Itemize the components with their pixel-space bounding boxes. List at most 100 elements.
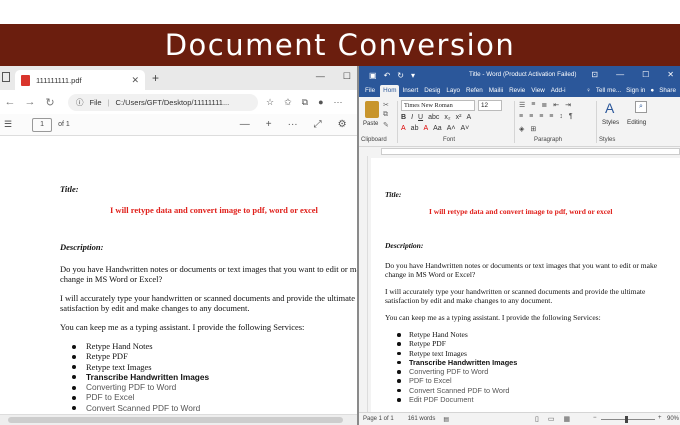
text-effects-icon[interactable]: A (401, 125, 406, 132)
italic-button[interactable]: I (411, 114, 413, 121)
horizontal-scrollbar[interactable] (0, 414, 357, 425)
page-indicator[interactable]: Page 1 of 1 (363, 416, 394, 422)
tab-review[interactable]: Revie (506, 85, 528, 97)
proofing-icon[interactable]: ▤ (443, 416, 449, 423)
underline-button[interactable]: U (418, 114, 423, 121)
word-count[interactable]: 161 words (408, 416, 436, 422)
borders-icon[interactable]: ⊞ (530, 125, 536, 133)
subscript-button[interactable]: x₂ (444, 114, 450, 121)
read-mode-icon[interactable]: ▯ (535, 415, 539, 423)
tab-insert[interactable]: Insert (399, 85, 421, 97)
zoom-in-button[interactable]: + (266, 119, 272, 130)
group-separator (596, 101, 597, 143)
highlight-icon[interactable]: ab (411, 125, 419, 132)
justify-icon[interactable]: ≡ (549, 113, 553, 120)
share-button[interactable]: Share (659, 85, 676, 97)
strikethrough-button[interactable]: abc (428, 114, 439, 121)
copy-icon[interactable]: ⧉ (383, 111, 388, 119)
profile-icon[interactable]: ● (318, 97, 323, 108)
minimize-button[interactable]: — (316, 71, 325, 82)
new-tab-button[interactable]: + (152, 71, 159, 85)
clear-format-icon[interactable]: A (466, 114, 471, 121)
shrink-font-icon[interactable]: A˅ (460, 125, 469, 132)
file-scheme-label: File (89, 97, 102, 107)
font-color-icon[interactable]: A (423, 125, 428, 132)
forward-button[interactable]: → (20, 96, 40, 108)
collections-icon[interactable]: ⧉ (302, 97, 308, 108)
zoom-slider[interactable] (601, 419, 655, 420)
browser-tab[interactable]: 111111111.pdf ✕ (15, 70, 145, 90)
numbering-icon[interactable]: ≡ (531, 101, 535, 109)
favorite-icon[interactable]: ☆ (266, 97, 274, 108)
tab-actions-icon[interactable] (2, 72, 10, 82)
shading-icon[interactable]: ◈ (519, 125, 524, 133)
tab-references[interactable]: Refen (463, 85, 486, 97)
format-painter-icon[interactable]: ✎ (383, 121, 389, 129)
change-case-icon[interactable]: Aa (433, 125, 442, 132)
bold-button[interactable]: B (401, 114, 406, 121)
font-name-select[interactable]: Times New Roman (401, 100, 475, 111)
align-center-icon[interactable]: ≡ (529, 113, 533, 120)
redo-icon[interactable]: ↻ (397, 71, 404, 80)
tab-view[interactable]: View (528, 85, 548, 97)
back-button[interactable]: ← (0, 96, 20, 108)
show-marks-icon[interactable]: ¶ (569, 113, 573, 120)
grow-font-icon[interactable]: A˄ (447, 125, 456, 132)
address-input[interactable]: ⓘ File | C:/Users/GFT/Desktop/11111111..… (68, 93, 258, 111)
zoom-slider-thumb[interactable] (625, 416, 628, 423)
tab-addins[interactable]: Add-i (548, 85, 569, 97)
fit-page-icon[interactable]: ⤢ (314, 119, 322, 130)
increase-indent-icon[interactable]: ⇥ (565, 101, 571, 109)
zoom-in-icon[interactable]: + (658, 415, 662, 421)
align-right-icon[interactable]: ≡ (539, 113, 543, 120)
font-size-select[interactable]: 12 (478, 100, 502, 111)
settings-more-icon[interactable]: ··· (334, 97, 343, 108)
scrollbar-thumb[interactable] (8, 417, 343, 423)
styles-button[interactable]: Styles (602, 119, 619, 126)
word-close-button[interactable]: ✕ (667, 70, 674, 79)
word-document-page[interactable]: Title: I will retype data and convert im… (371, 158, 680, 412)
print-layout-icon[interactable]: ▭ (548, 415, 555, 423)
refresh-button[interactable]: ↻ (40, 96, 60, 109)
tell-me-input[interactable]: Tell me... (596, 85, 621, 97)
styles-icon[interactable]: A (605, 100, 614, 116)
editing-button[interactable]: Editing (627, 119, 646, 126)
customize-qat-icon[interactable]: ▾ (411, 71, 415, 80)
zoom-out-icon[interactable]: − (593, 415, 597, 421)
horizontal-ruler[interactable] (359, 147, 680, 156)
tab-file[interactable]: File (359, 85, 380, 97)
page-number-input[interactable]: 1 (32, 117, 53, 132)
tab-mailings[interactable]: Mailii (486, 85, 506, 97)
find-icon[interactable]: ⌕ (635, 101, 647, 113)
bullets-icon[interactable]: ☰ (519, 101, 525, 109)
pdf-settings-icon[interactable]: ⚙ (338, 119, 347, 130)
tab-design[interactable]: Desig (421, 85, 443, 97)
maximize-button[interactable]: ☐ (343, 71, 351, 82)
multilevel-icon[interactable]: ≣ (541, 101, 547, 109)
address-separator: | (107, 97, 110, 107)
paste-icon[interactable] (365, 101, 379, 118)
tab-home[interactable]: Hom (380, 85, 400, 97)
cut-icon[interactable]: ✂ (383, 101, 389, 109)
doc-title-label: Title: (385, 190, 402, 199)
favorites-icon[interactable]: ✩ (284, 97, 292, 108)
contents-icon[interactable]: ☰ (4, 119, 12, 130)
web-layout-icon[interactable]: ▦ (563, 415, 570, 423)
sort-icon[interactable]: ↕ (559, 113, 563, 120)
zoom-level[interactable]: 90% (667, 416, 679, 422)
ribbon-display-icon[interactable]: ⊡ (591, 70, 598, 79)
superscript-button[interactable]: x² (456, 114, 462, 121)
align-left-icon[interactable]: ≡ (519, 113, 523, 120)
tab-title: 111111111.pdf (36, 75, 82, 85)
pdf-more-button[interactable]: ··· (288, 119, 298, 130)
sign-in-link[interactable]: Sign in (626, 85, 645, 97)
word-minimize-button[interactable]: — (616, 70, 624, 79)
undo-icon[interactable]: ↶ (384, 71, 391, 80)
close-tab-icon[interactable]: ✕ (131, 75, 139, 86)
save-icon[interactable]: ▣ (369, 71, 377, 80)
tab-layout[interactable]: Layo (443, 85, 463, 97)
zoom-out-button[interactable]: — (240, 119, 250, 130)
decrease-indent-icon[interactable]: ⇤ (553, 101, 559, 109)
word-maximize-button[interactable]: ☐ (642, 70, 649, 79)
paste-button[interactable]: Paste (363, 121, 378, 127)
